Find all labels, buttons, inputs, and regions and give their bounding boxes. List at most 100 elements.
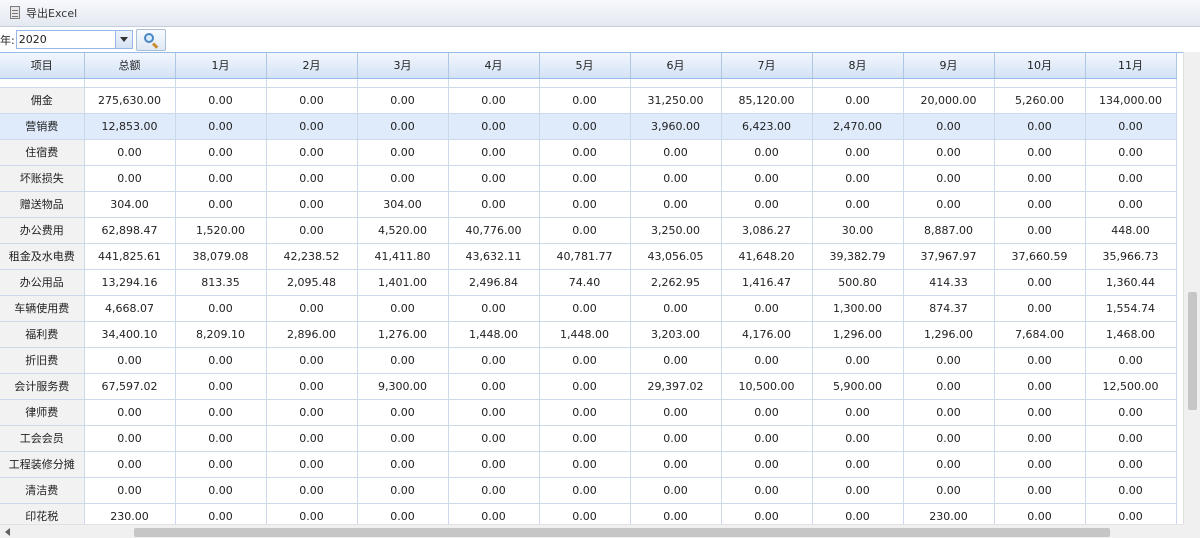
table-row[interactable]: 赠送物品 304.00 0.00 0.00 304.00 0.00 0.00 0.00 0.00…	[0, 191, 1177, 218]
table-cell: 0.00	[175, 113, 267, 140]
table-cell: 0.00	[357, 425, 449, 452]
horizontal-scroll-thumb[interactable]	[134, 528, 1110, 537]
table-row[interactable]: 折旧费 0.00 0.00 0.00 0.00 0.00 0.00 0.00 0.00 0.00 0…	[0, 347, 1177, 374]
table-cell: 0.00	[812, 87, 904, 114]
row-item-name: 福利费	[0, 321, 85, 348]
column-header-month[interactable]: 3月	[357, 53, 449, 79]
table-cell: 0.00	[1085, 503, 1177, 524]
horizontal-scrollbar[interactable]	[0, 524, 1200, 538]
table-row[interactable]: 办公费用 62,898.47 1,520.00 0.00 4,520.00 40,776.…	[0, 217, 1177, 244]
scrollbar-corner	[1183, 524, 1200, 538]
table-cell: 448.00	[1085, 217, 1177, 244]
table-cell: 0.00	[721, 477, 813, 504]
table-cell: 37,660.59	[994, 243, 1086, 270]
table-cell: 37,967.97	[903, 243, 995, 270]
scroll-left-icon[interactable]	[5, 528, 10, 536]
table-cell: 0.00	[630, 451, 722, 478]
column-header-month[interactable]: 1月	[175, 53, 267, 79]
table-cell: 0.00	[630, 503, 722, 524]
table-cell: 35,966.73	[1085, 243, 1177, 270]
year-select-value: 2020	[18, 33, 47, 46]
table-row[interactable]: 办公用品 13,294.16 813.35 2,095.48 1,401.00 2,496…	[0, 269, 1177, 296]
table-cell: 1,300.00	[812, 295, 904, 322]
search-button[interactable]	[135, 28, 166, 51]
column-header-total[interactable]: 总额	[84, 53, 176, 79]
table-cell: 0.00	[994, 191, 1086, 218]
table-cell: 0.00	[539, 295, 631, 322]
table-cell: 40,781.77	[539, 243, 631, 270]
table-cell: 12,500.00	[1085, 373, 1177, 400]
table-cell: 0.00	[266, 347, 358, 374]
table-cell: 230.00	[903, 503, 995, 524]
table-cell: 2,095.48	[266, 269, 358, 296]
table-row[interactable]: 工会会员 0.00 0.00 0.00 0.00 0.00 0.00 0.00 0.00 0.00…	[0, 425, 1177, 452]
table-cell: 1,296.00	[903, 321, 995, 348]
vertical-scroll-thumb[interactable]	[1188, 292, 1197, 410]
excel-file-icon	[9, 6, 21, 20]
table-cell: 0.00	[266, 139, 358, 166]
table-row[interactable]: 印花税 230.00 0.00 0.00 0.00 0.00 0.00 0.00 0.00 0.0…	[0, 503, 1177, 524]
table-row[interactable]: 车辆使用费 4,668.07 0.00 0.00 0.00 0.00 0.00 0.00 0.0…	[0, 295, 1177, 322]
table-cell: 39,382.79	[812, 243, 904, 270]
table-cell: 2,262.95	[630, 269, 722, 296]
column-header-month[interactable]: 2月	[266, 53, 358, 79]
table-cell: 0.00	[539, 113, 631, 140]
column-header-month[interactable]: 4月	[448, 53, 540, 79]
table-cell: 1,296.00	[812, 321, 904, 348]
table-cell: 6,423.00	[721, 113, 813, 140]
row-item-name: 赠送物品	[0, 191, 85, 218]
table-cell: 12,853.00	[84, 113, 176, 140]
table-cell: 0.00	[1085, 425, 1177, 452]
table-cell: 0.00	[994, 347, 1086, 374]
table-row[interactable]: 律师费 0.00 0.00 0.00 0.00 0.00 0.00 0.00 0.00 0.00 0…	[0, 399, 1177, 426]
row-item-name: 坏账损失	[0, 165, 85, 192]
table-cell: 0.00	[175, 373, 267, 400]
table-cell: 0.00	[84, 451, 176, 478]
table-row[interactable]: 营销费 12,853.00 0.00 0.00 0.00 0.00 0.00 3,960.00…	[0, 113, 1177, 140]
table-row[interactable]: 会计服务费 67,597.02 0.00 0.00 9,300.00 0.00 0.00 29…	[0, 373, 1177, 400]
export-excel-button[interactable]: 导出Excel	[6, 2, 80, 24]
chevron-down-icon[interactable]	[114, 31, 132, 48]
table-row[interactable]: 坏账损失 0.00 0.00 0.00 0.00 0.00 0.00 0.00 0.00 0.00…	[0, 165, 1177, 192]
table-cell: 41,411.80	[357, 243, 449, 270]
table-cell: 0.00	[721, 451, 813, 478]
table-row[interactable]: 租金及水电费 441,825.61 38,079.08 42,238.52 41,411…	[0, 243, 1177, 270]
column-header-month[interactable]: 11月	[1085, 53, 1177, 79]
table-cell: 1,448.00	[448, 321, 540, 348]
table-cell: 0.00	[266, 373, 358, 400]
vertical-scrollbar[interactable]	[1183, 52, 1200, 524]
table-row[interactable]: 清洁费 0.00 0.00 0.00 0.00 0.00 0.00 0.00 0.00 0.00 0…	[0, 477, 1177, 504]
table-cell: 0.00	[539, 477, 631, 504]
column-header-month[interactable]: 9月	[903, 53, 995, 79]
table-spacer-row	[0, 78, 1177, 88]
table-cell: 0.00	[630, 295, 722, 322]
table-cell: 874.37	[903, 295, 995, 322]
table-cell: 43,632.11	[448, 243, 540, 270]
table-cell: 230.00	[84, 503, 176, 524]
column-header-month[interactable]: 8月	[812, 53, 904, 79]
column-header-month[interactable]: 10月	[994, 53, 1086, 79]
row-item-name: 印花税	[0, 503, 85, 524]
table-cell: 5,260.00	[994, 87, 1086, 114]
table-cell: 0.00	[812, 503, 904, 524]
table-cell: 0.00	[812, 347, 904, 374]
column-header-month[interactable]: 6月	[630, 53, 722, 79]
table-cell: 0.00	[903, 451, 995, 478]
table-cell: 4,176.00	[721, 321, 813, 348]
table-row[interactable]: 住宿费 0.00 0.00 0.00 0.00 0.00 0.00 0.00 0.00 0.00 0…	[0, 139, 1177, 166]
row-item-name: 办公费用	[0, 217, 85, 244]
table-cell: 3,960.00	[630, 113, 722, 140]
table-cell: 0.00	[175, 165, 267, 192]
column-header-item[interactable]: 项目	[0, 53, 85, 79]
year-select[interactable]: 2020	[15, 30, 133, 49]
table-cell: 0.00	[175, 191, 267, 218]
table-cell: 0.00	[266, 113, 358, 140]
table-row[interactable]: 佣金 275,630.00 0.00 0.00 0.00 0.00 0.00 31,250.0…	[0, 87, 1177, 114]
column-header-month[interactable]: 7月	[721, 53, 813, 79]
column-header-month[interactable]: 5月	[539, 53, 631, 79]
table-row[interactable]: 工程装修分摊 0.00 0.00 0.00 0.00 0.00 0.00 0.00 0.00 0.…	[0, 451, 1177, 478]
table-cell: 0.00	[539, 217, 631, 244]
table-cell: 0.00	[903, 113, 995, 140]
table-row[interactable]: 福利费 34,400.10 8,209.10 2,896.00 1,276.00 1,44…	[0, 321, 1177, 348]
toolbar: 导出Excel	[0, 0, 1200, 27]
